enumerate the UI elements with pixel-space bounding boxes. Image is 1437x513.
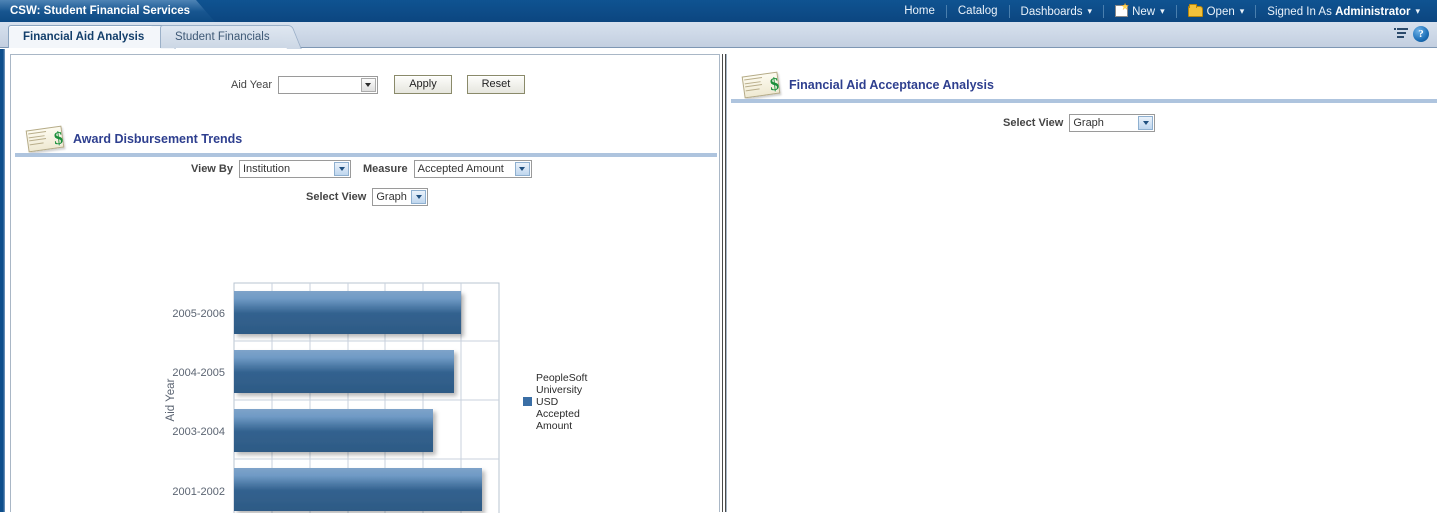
tab-student-financials[interactable]: Student Financials [160, 25, 289, 48]
section-title: Award Disbursement Trends [73, 132, 243, 146]
left-rail [0, 49, 5, 512]
dropdown-arrow-icon [334, 162, 349, 176]
chevron-down-icon: ▾ [1415, 5, 1420, 16]
svg-text:USD: USD [536, 396, 559, 408]
select-view-row-right: Select View Graph [727, 114, 1437, 132]
top-navigation-bar: CSW: Student Financial Services Home Cat… [0, 0, 1437, 22]
nav-catalog[interactable]: Catalog [947, 0, 1009, 22]
view-by-label: View By [191, 163, 233, 175]
nav-open[interactable]: Open ▾ [1177, 0, 1256, 23]
dashboard-page: Aid Year Apply Reset $ Award Disbursemen… [0, 49, 1437, 513]
left-chart-yaxis-title: Aid Year [165, 378, 177, 421]
select-view-label: Select View [1003, 117, 1064, 129]
page-options-icon[interactable] [1394, 27, 1409, 41]
select-view-select[interactable]: Graph [1069, 114, 1156, 132]
section-rule [15, 153, 717, 157]
left-panel: Aid Year Apply Reset $ Award Disbursemen… [10, 54, 720, 513]
open-folder-icon [1187, 3, 1203, 17]
ledger-dollar-icon: $ [741, 71, 783, 99]
dropdown-arrow-icon [411, 190, 427, 204]
view-by-select[interactable]: Institution [239, 160, 351, 178]
dropdown-arrow-icon [1138, 116, 1154, 130]
signed-in-as[interactable]: Signed In As Administrator ▾ [1256, 0, 1431, 23]
svg-text:PeopleSoft: PeopleSoft [536, 372, 587, 384]
tab-financial-aid-analysis[interactable]: Financial Aid Analysis [8, 25, 164, 48]
tab-label: Financial Aid Analysis [23, 31, 145, 43]
dashboard-tab-strip: Financial Aid Analysis Student Financial… [0, 22, 1437, 48]
svg-text:University: University [536, 384, 583, 396]
aid-year-select[interactable] [277, 75, 378, 94]
application-title: CSW: Student Financial Services [10, 5, 191, 17]
select-view-row-left: Select View Graph [11, 188, 719, 206]
svg-text:Accepted: Accepted [536, 408, 580, 420]
nav-dashboards[interactable]: Dashboards ▾ [1010, 0, 1104, 23]
chevron-down-icon: ▾ [1239, 5, 1245, 16]
measure-label: Measure [363, 163, 408, 175]
svg-text:2005-2006: 2005-2006 [172, 308, 225, 320]
acceptance-analysis-section-header: $ Financial Aid Acceptance Analysis [741, 71, 994, 99]
global-nav: Home Catalog Dashboards ▾ New ▾ Open ▾ Sign… [893, 0, 1431, 22]
reset-button[interactable]: Reset [466, 75, 525, 94]
view-by-value: Institution [243, 163, 291, 175]
award-disbursement-section-header: $ Award Disbursement Trends [25, 125, 242, 153]
measure-select[interactable]: Accepted Amount [413, 160, 532, 178]
apply-button[interactable]: Apply [393, 75, 452, 94]
svg-text:Amount: Amount [536, 420, 572, 432]
aid-year-prompt-row: Aid Year Apply Reset [11, 75, 719, 94]
svg-text:2003-2004: 2003-2004 [172, 426, 225, 438]
svg-text:2004-2005: 2004-2005 [172, 367, 225, 379]
panel-divider [722, 54, 723, 512]
dropdown-arrow-icon [360, 77, 376, 92]
right-panel: $ Financial Aid Acceptance Analysis Sele… [726, 54, 1437, 512]
section-title: Financial Aid Acceptance Analysis [789, 78, 994, 92]
aid-year-label: Aid Year [231, 78, 272, 91]
chevron-down-icon: ▾ [1087, 5, 1093, 16]
help-icon[interactable]: ? [1413, 26, 1429, 42]
section-rule [731, 99, 1437, 103]
select-view-value: Graph [376, 191, 407, 203]
financial-aid-acceptance-analysis-chart: $1,500,000 $1,200,000 $900,000 $600,000 … [727, 144, 1437, 512]
ledger-dollar-icon: $ [25, 125, 67, 153]
tab-label: Student Financials [175, 31, 270, 43]
new-page-icon [1115, 4, 1129, 17]
select-view-label: Select View [306, 191, 367, 203]
view-by-controls-row: View By Institution Measure Accepted Amo… [11, 160, 719, 178]
select-view-value: Graph [1073, 117, 1104, 129]
tab-tools: ? [1394, 26, 1429, 42]
award-disbursement-trends-chart: 2005-2006 2004-2005 2003-2004 2001-2002 … [165, 282, 587, 513]
chevron-down-icon: ▾ [1160, 5, 1165, 16]
application-title-tab: CSW: Student Financial Services [0, 0, 216, 22]
nav-home[interactable]: Home [893, 0, 946, 22]
select-view-select[interactable]: Graph [372, 188, 429, 206]
svg-text:2001-2002: 2001-2002 [172, 486, 225, 498]
nav-new[interactable]: New ▾ [1104, 0, 1176, 23]
dropdown-arrow-icon [514, 162, 530, 176]
measure-value: Accepted Amount [417, 163, 504, 175]
signed-in-user: Administrator [1335, 5, 1411, 18]
